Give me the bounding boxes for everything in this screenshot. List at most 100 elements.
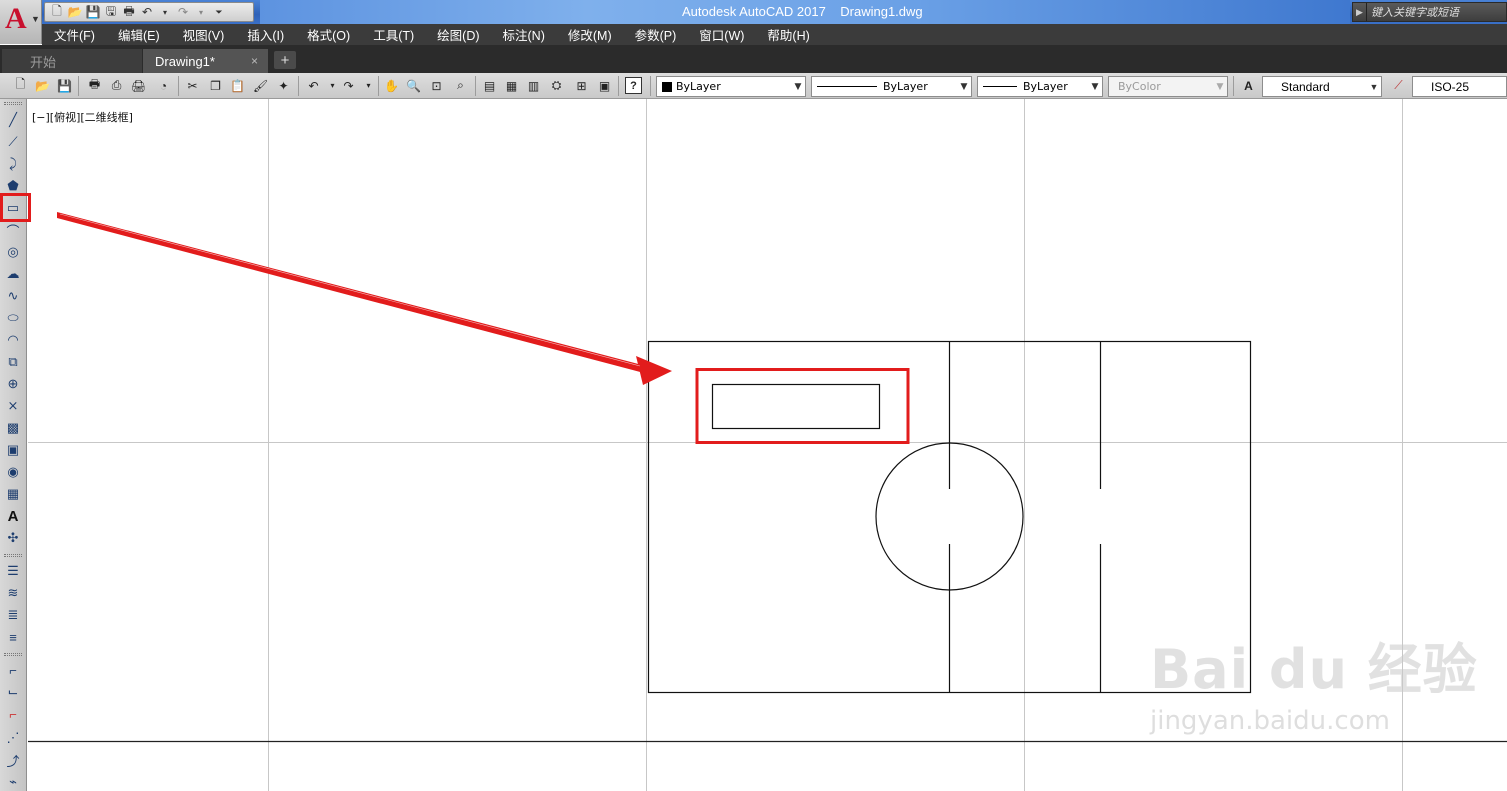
chevron-down-icon[interactable]: ▼ [957, 77, 971, 96]
lineweight-control[interactable]: ByLayer ▼ [977, 76, 1103, 97]
arc-icon[interactable]: ⌒ [4, 221, 22, 239]
menu-draw[interactable]: 绘图(D) [425, 25, 490, 44]
tool-palettes-icon[interactable]: ▥ [525, 77, 542, 94]
polyline-icon[interactable]: ⤸ [4, 155, 22, 173]
hatch-icon[interactable]: ▩ [4, 419, 22, 437]
redo-icon[interactable]: ↷ [340, 77, 357, 94]
menu-format[interactable]: 格式(O) [295, 25, 361, 44]
menu-tools[interactable]: 工具(T) [361, 25, 425, 44]
redo-dropdown-icon[interactable]: ▾ [193, 4, 209, 20]
gradient-icon[interactable]: ▣ [4, 441, 22, 459]
open-icon[interactable]: 📂 [67, 4, 83, 20]
break-icon[interactable]: ⋰ [4, 729, 22, 747]
circle-icon[interactable]: ◎ [4, 243, 22, 261]
fillet-icon[interactable]: ⌐ [4, 661, 22, 679]
chevron-down-icon[interactable]: ▼ [1088, 77, 1102, 96]
redo-dropdown-icon[interactable]: ▾ [360, 77, 377, 94]
menu-view[interactable]: 视图(V) [171, 25, 236, 44]
new-tab-button[interactable]: + [274, 51, 296, 69]
toolbar-grip[interactable] [4, 102, 22, 105]
trim-icon[interactable]: ⌁ [4, 773, 22, 791]
undo-icon[interactable]: ↶ [139, 4, 155, 20]
chamfer-icon[interactable]: ⌙ [4, 683, 22, 701]
paste-icon[interactable]: 📋 [229, 77, 246, 94]
menu-parametric[interactable]: 参数(P) [623, 25, 688, 44]
calculator-icon[interactable]: ▣ [596, 77, 613, 94]
menu-dimension[interactable]: 标注(N) [491, 25, 556, 44]
table-icon[interactable]: ▦ [4, 485, 22, 503]
redo-icon[interactable]: ↷ [175, 4, 191, 20]
layer-properties-icon[interactable]: ☰ [4, 562, 22, 580]
color-control[interactable]: ByLayer ▼ [656, 76, 806, 97]
join-icon[interactable]: ⌐ [4, 705, 22, 723]
qnew-icon[interactable]: 🗋 [12, 77, 29, 94]
point-icon[interactable]: ⨯ [4, 397, 22, 415]
linetype-control[interactable]: ByLayer ▼ [811, 76, 972, 97]
menu-window[interactable]: 窗口(W) [687, 25, 755, 44]
text-style-control[interactable]: Standard ▼ [1262, 76, 1382, 97]
application-menu-button[interactable]: A ▼ [0, 0, 42, 44]
new-icon[interactable]: 🗋 [49, 4, 65, 20]
chevron-right-icon[interactable]: ▶ [1353, 3, 1367, 21]
copy-icon[interactable]: ❐ [207, 77, 224, 94]
layer-state-icon[interactable]: ≋ [4, 584, 22, 602]
menu-file[interactable]: 文件(F) [42, 25, 106, 44]
plot-preview-icon[interactable]: ⎙ [108, 77, 125, 94]
multiline-text-icon[interactable]: A [4, 507, 22, 525]
ellipse-arc-icon[interactable]: ◠ [4, 331, 22, 349]
help-icon[interactable]: ? [625, 77, 642, 94]
search-box[interactable]: ▶ 键入关键字或短语 [1352, 2, 1507, 22]
markup-icon[interactable]: ⊞ [573, 77, 590, 94]
zoom-realtime-icon[interactable]: 🔍 [405, 77, 422, 94]
spline-icon[interactable]: ∿ [4, 287, 22, 305]
ellipse-icon[interactable]: ⬭ [4, 309, 22, 327]
undo-dropdown-icon[interactable]: ▾ [324, 77, 341, 94]
design-center-icon[interactable]: ▦ [503, 77, 520, 94]
publish-icon[interactable]: 🖨 [130, 77, 147, 94]
chevron-down-icon[interactable]: ▼ [1367, 77, 1381, 96]
open-icon[interactable]: 📂 [34, 77, 51, 94]
extend-icon[interactable]: ⤴ [4, 751, 22, 769]
layer-iso-icon[interactable]: ≡ [4, 628, 22, 646]
tab-drawing1[interactable]: Drawing1* × [143, 49, 268, 73]
viewport-controls-label[interactable]: [−][俯视][二维线框] [32, 109, 133, 125]
close-icon[interactable]: × [251, 54, 258, 68]
make-block-icon[interactable]: ⊕ [4, 375, 22, 393]
menu-insert[interactable]: 插入(I) [235, 25, 295, 44]
toolbar-grip[interactable] [4, 554, 22, 557]
new-rectangle[interactable] [711, 383, 881, 430]
chevron-down-icon[interactable]: ▼ [791, 77, 805, 96]
layer-previous-icon[interactable]: ≣ [4, 606, 22, 624]
line-icon[interactable]: ╱ [4, 111, 22, 129]
region-icon[interactable]: ◉ [4, 463, 22, 481]
construction-line-icon[interactable]: ⟋ [4, 133, 22, 151]
undo-icon[interactable]: ↶ [305, 77, 322, 94]
match-properties-icon[interactable]: 🖌 [252, 77, 269, 94]
undo-dropdown-icon[interactable]: ▾ [157, 4, 173, 20]
menu-modify[interactable]: 修改(M) [556, 25, 623, 44]
properties-icon[interactable]: ▤ [481, 77, 498, 94]
pan-icon[interactable]: ✋ [383, 77, 400, 94]
block-editor-icon[interactable]: ✦ [275, 77, 292, 94]
zoom-previous-icon[interactable]: ⌕ [452, 77, 469, 94]
add-selected-icon[interactable]: ✣ [4, 529, 22, 547]
customize-qat-icon[interactable]: ⏷ [211, 4, 227, 20]
print-icon[interactable]: 🖶 [121, 4, 137, 20]
menu-help[interactable]: 帮助(H) [755, 25, 820, 44]
save-as-icon[interactable]: 🖫 [103, 4, 119, 20]
sheet-set-icon[interactable]: ⛭ [548, 77, 565, 94]
plot-icon[interactable]: 🖶 [86, 77, 103, 94]
dimension-style-control[interactable]: ISO-25 [1412, 76, 1507, 97]
text-style-icon[interactable]: A [1240, 77, 1257, 94]
insert-block-icon[interactable]: ⧉ [4, 353, 22, 371]
save-icon[interactable]: 💾 [85, 4, 101, 20]
3d-print-icon[interactable]: ◔ [155, 77, 172, 94]
toolbar-grip[interactable] [4, 653, 22, 656]
save-icon[interactable]: 💾 [56, 77, 73, 94]
menu-edit[interactable]: 编辑(E) [106, 25, 171, 44]
revision-cloud-icon[interactable]: ☁ [4, 265, 22, 283]
dimension-style-icon[interactable]: ⟋ [1390, 77, 1407, 94]
zoom-window-icon[interactable]: ⊡ [428, 77, 445, 94]
tab-start[interactable]: 开始 [2, 49, 142, 73]
cut-icon[interactable]: ✂ [184, 77, 201, 94]
